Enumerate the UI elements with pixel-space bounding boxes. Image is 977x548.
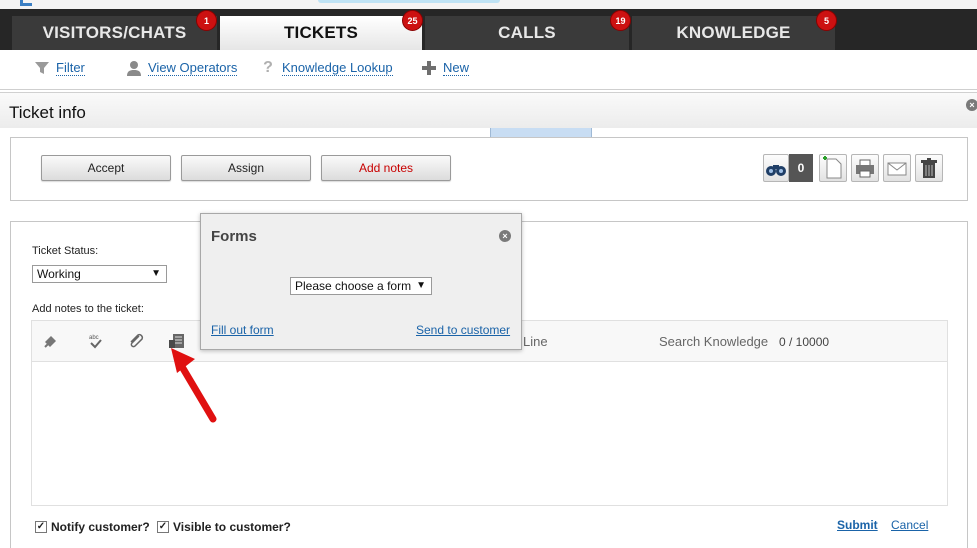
tab-tickets[interactable]: TICKETS (220, 16, 422, 50)
dropdown-arrow-icon: ▼ (416, 280, 426, 291)
accept-button[interactable]: Accept (41, 155, 171, 181)
ticket-info-header: Ticket info (0, 92, 977, 128)
knowledge-lookup-button[interactable]: ? Knowledge Lookup (260, 58, 393, 78)
ticket-toolbar: Filter View Operators ? Knowledge Lookup… (0, 50, 977, 90)
email-button[interactable] (883, 154, 911, 182)
tab-badge-calls: 19 (610, 10, 631, 31)
new-label: New (443, 60, 470, 76)
new-ticket-button[interactable]: New (421, 58, 470, 78)
tab-badge-knowledge: 5 (816, 10, 837, 31)
filter-label: Filter (56, 60, 85, 76)
view-operators-label: View Operators (148, 60, 238, 76)
visible-to-customer-label: Visible to customer? (173, 520, 291, 534)
plus-icon (421, 60, 437, 76)
new-document-button[interactable] (819, 154, 847, 182)
tab-knowledge[interactable]: KNOWLEDGE (632, 16, 835, 50)
main-tab-bar: VISITORS/CHATS 1 TICKETS 25 CALLS 19 KNO… (0, 0, 977, 50)
popup-close-icon[interactable]: × (499, 230, 511, 242)
assign-button[interactable]: Assign (181, 155, 311, 181)
notify-customer-label: Notify customer? (51, 520, 150, 534)
ticket-status-label: Ticket Status: (32, 245, 99, 257)
forms-popup: Forms × Please choose a form ▼ Fill out … (200, 213, 522, 350)
filter-button[interactable]: Filter (34, 58, 85, 78)
knowledge-lookup-label: Knowledge Lookup (282, 60, 393, 76)
ticket-actions-panel: Accept Assign Add notes 0 (10, 137, 968, 201)
logo-icon (20, 0, 32, 6)
send-to-customer-link[interactable]: Send to customer (416, 323, 510, 337)
filter-icon (34, 60, 50, 76)
popup-title: Forms (211, 228, 257, 245)
delete-button[interactable] (915, 154, 943, 182)
cancel-link[interactable]: Cancel (891, 518, 928, 532)
search-count: 0 (789, 154, 813, 182)
pin-icon[interactable] (42, 332, 60, 350)
tab-visitors-chats[interactable]: VISITORS/CHATS (12, 16, 217, 50)
search-knowledge-link[interactable]: Search Knowledge (659, 334, 768, 349)
tab-badge-tickets: 25 (402, 10, 423, 31)
ticket-status-value: Working (37, 267, 81, 281)
new-document-icon (823, 156, 842, 179)
ticket-status-select[interactable]: Working ▼ (32, 265, 167, 283)
notify-customer-checkbox[interactable]: ✓ (35, 521, 47, 533)
visible-to-customer-checkbox[interactable]: ✓ (157, 521, 169, 533)
tab-label: VISITORS/CHATS (42, 23, 187, 42)
tab-calls[interactable]: CALLS (425, 16, 629, 50)
submit-link[interactable]: Submit (837, 518, 878, 532)
notify-customer-row: ✓ Notify customer? (35, 520, 150, 534)
tab-label: TICKETS (283, 23, 359, 42)
notes-label: Add notes to the ticket: (32, 303, 144, 315)
printer-icon (856, 159, 874, 178)
editor-partial-text: Line (523, 334, 548, 349)
spellcheck-icon[interactable]: abc (87, 332, 105, 350)
fill-out-form-link[interactable]: Fill out form (211, 323, 274, 337)
page-title: Ticket info (9, 103, 86, 122)
tab-label: KNOWLEDGE (676, 23, 791, 42)
user-icon (126, 60, 142, 76)
annotation-arrow-icon (171, 348, 217, 423)
view-operators-button[interactable]: View Operators (126, 58, 238, 78)
binoculars-icon (766, 165, 786, 176)
form-select[interactable]: Please choose a form ▼ (290, 277, 432, 295)
trash-icon (921, 158, 937, 178)
add-notes-button[interactable]: Add notes (321, 155, 451, 181)
tab-label: CALLS (498, 23, 556, 42)
print-button[interactable] (851, 154, 879, 182)
tab-badge-visitors: 1 (196, 10, 217, 31)
svg-text:abc: abc (89, 335, 99, 341)
form-select-value: Please choose a form (295, 279, 412, 293)
paperclip-icon[interactable] (127, 332, 145, 350)
question-icon: ? (263, 59, 273, 76)
close-icon[interactable]: × (966, 99, 977, 111)
dropdown-arrow-icon: ▼ (151, 268, 161, 279)
search-ticket-button[interactable] (763, 154, 789, 182)
visible-to-customer-row: ✓ Visible to customer? (157, 520, 291, 534)
character-count: 0 / 10000 (779, 335, 830, 349)
top-strip-highlight (318, 0, 500, 3)
envelope-icon (887, 162, 907, 176)
